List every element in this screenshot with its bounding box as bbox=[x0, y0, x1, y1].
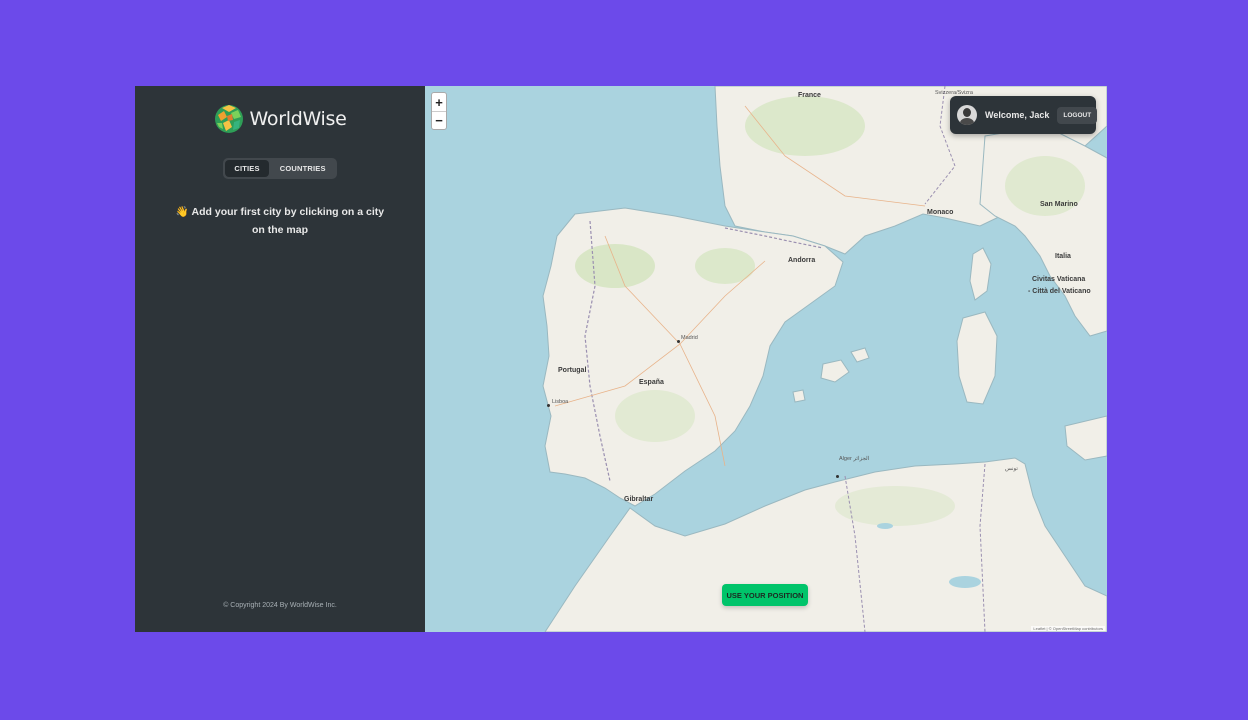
label-andorra: Andorra bbox=[788, 257, 816, 264]
city-dot-madrid[interactable] bbox=[677, 340, 680, 343]
label-italia: Italia bbox=[1055, 253, 1071, 260]
welcome-text: Welcome, Jack bbox=[985, 110, 1050, 120]
sidebar: WorldWise Cities Countries 👋 Add your fi… bbox=[135, 86, 425, 632]
use-position-button[interactable]: Use your position bbox=[722, 584, 808, 606]
label-espana: España bbox=[639, 379, 664, 386]
zoom-in-button[interactable]: + bbox=[432, 93, 446, 111]
label-france: France bbox=[798, 92, 821, 99]
globe-logo-icon bbox=[214, 105, 243, 133]
label-vaticano-2: - Città del Vaticano bbox=[1028, 288, 1091, 295]
label-madrid: Madrid bbox=[681, 335, 698, 341]
label-tunis: تونس bbox=[1005, 466, 1018, 472]
tab-cities[interactable]: Cities bbox=[225, 160, 269, 177]
tab-nav: Cities Countries bbox=[135, 158, 425, 179]
zoom-out-button[interactable]: − bbox=[432, 111, 446, 129]
brand-name: WorldWise bbox=[249, 108, 347, 130]
tab-group: Cities Countries bbox=[223, 158, 337, 179]
label-gibraltar: Gibraltar bbox=[624, 496, 654, 503]
logout-button[interactable]: Logout bbox=[1057, 106, 1098, 124]
map[interactable]: France Svizzera/Svizra Andorra Monaco Sa… bbox=[425, 86, 1107, 632]
zoom-control: + − bbox=[431, 92, 447, 130]
map-tiles[interactable] bbox=[425, 86, 1107, 632]
label-portugal: Portugal bbox=[558, 367, 587, 374]
user-panel: Welcome, Jack Logout bbox=[950, 96, 1098, 134]
copyright: © Copyright 2024 By WorldWise Inc. bbox=[223, 602, 337, 609]
tab-countries[interactable]: Countries bbox=[271, 160, 335, 177]
city-dot-lisboa[interactable] bbox=[547, 404, 550, 407]
label-vaticano: Civitas Vaticana bbox=[1032, 276, 1086, 283]
map-attribution[interactable]: Leaflet | © OpenStreetMap contributors bbox=[1031, 626, 1105, 631]
empty-state-message: 👋 Add your first city by clicking on a c… bbox=[175, 206, 385, 236]
label-alger: Alger الجزائر bbox=[839, 456, 870, 462]
label-san-marino: San Marino bbox=[1040, 201, 1078, 208]
app-window: WorldWise Cities Countries 👋 Add your fi… bbox=[135, 86, 1107, 632]
logo[interactable]: WorldWise bbox=[135, 102, 425, 136]
label-monaco: Monaco bbox=[927, 209, 954, 216]
city-dot-alger[interactable] bbox=[836, 475, 839, 478]
label-lisboa: Lisboa bbox=[552, 399, 569, 405]
avatar bbox=[957, 105, 977, 125]
